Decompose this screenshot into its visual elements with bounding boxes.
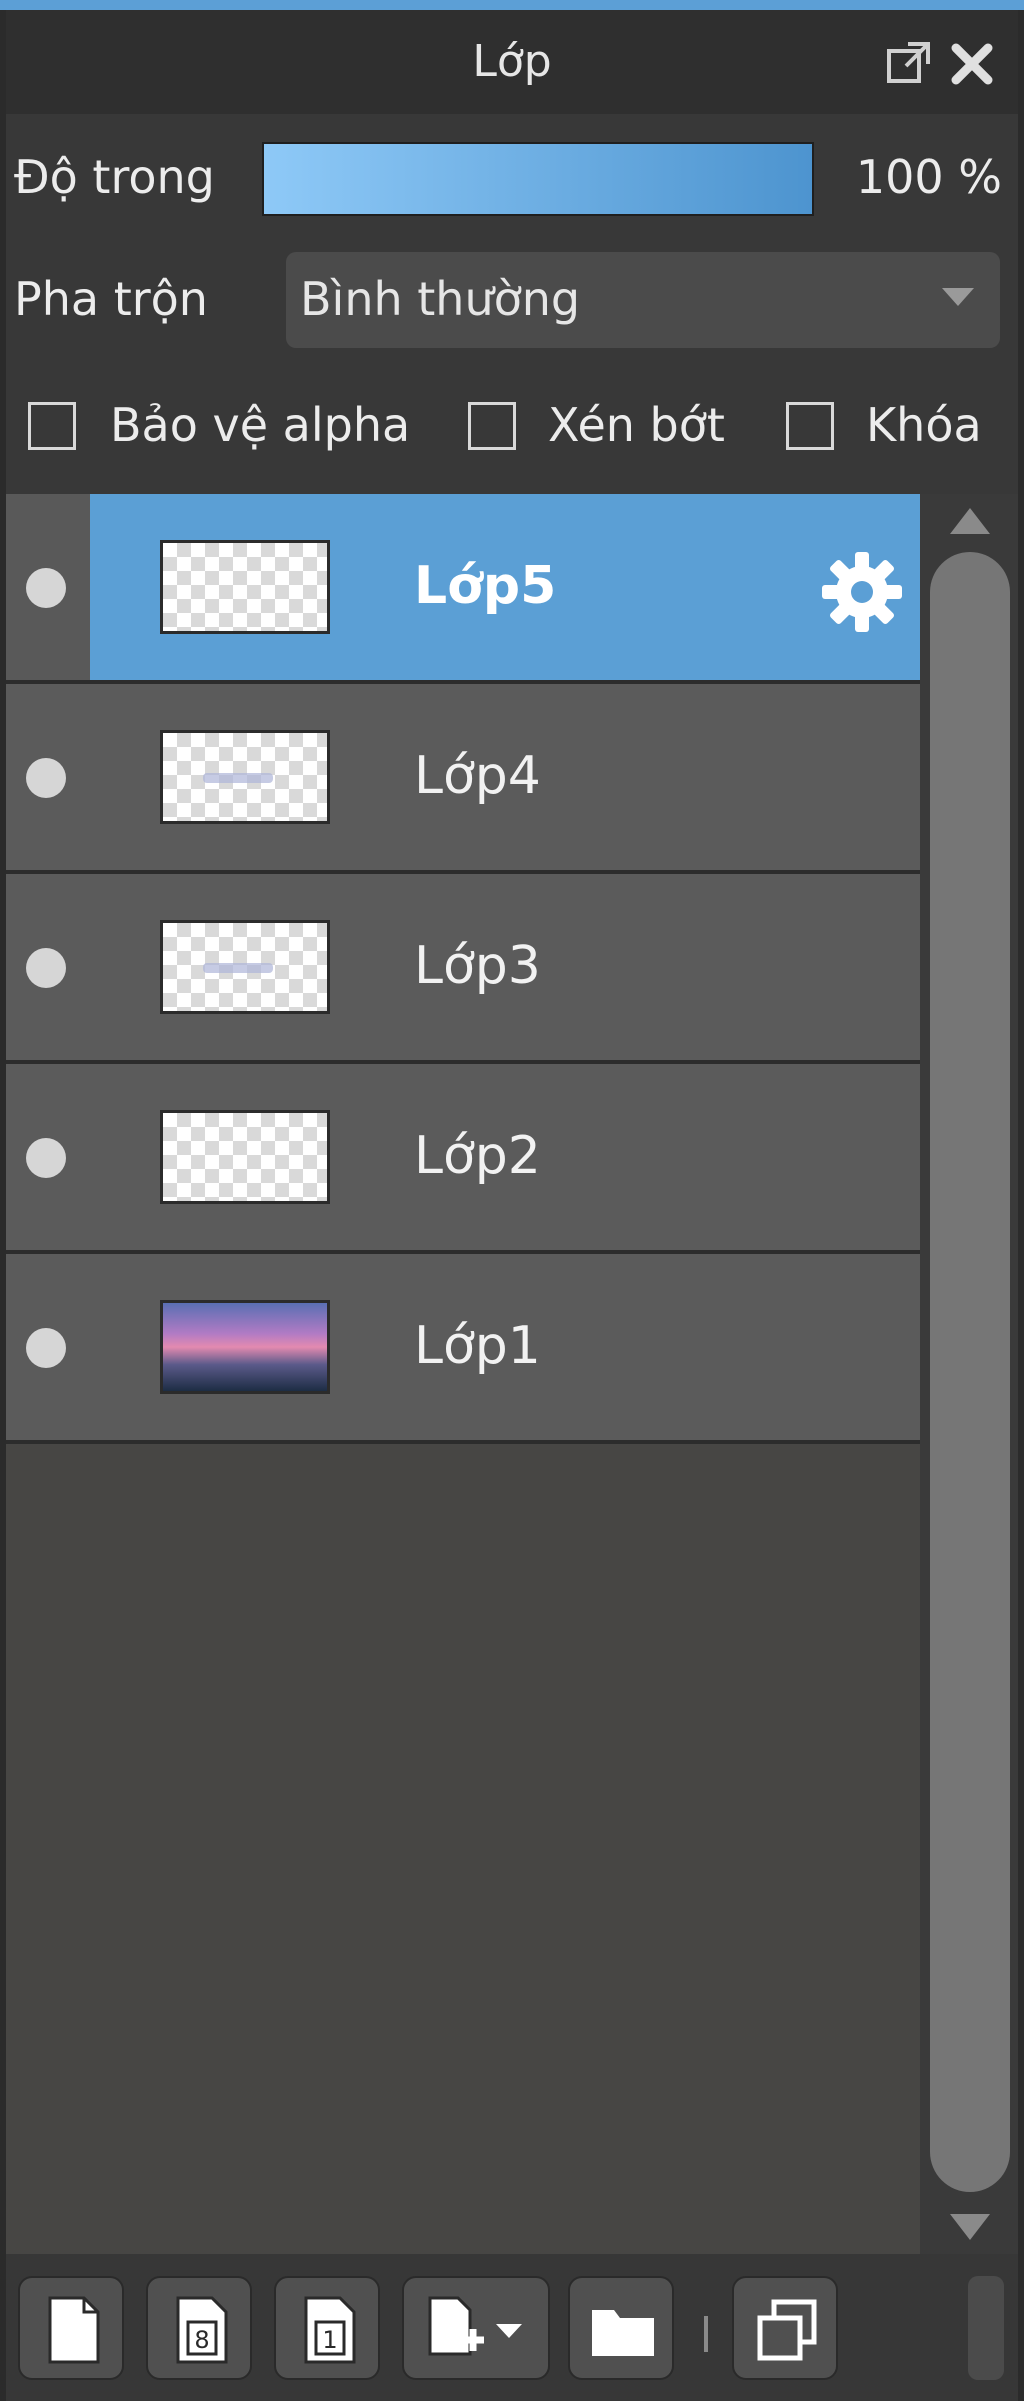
layer-name: Lớp1 (414, 1316, 541, 1376)
new-layer-icon (48, 2296, 100, 2364)
folder-icon (592, 2310, 654, 2356)
new-layer-button[interactable] (18, 2276, 124, 2380)
thumbnail-content (203, 963, 273, 973)
layer-row[interactable]: Lớp5 (6, 494, 920, 684)
visibility-toggle[interactable] (26, 758, 66, 798)
svg-text:1: 1 (322, 2326, 337, 2354)
clipping-checkbox[interactable] (468, 402, 516, 450)
scroll-down-arrow-icon[interactable] (950, 2214, 990, 2240)
new-1bit-layer-icon: 1 (304, 2296, 356, 2364)
layer-row[interactable]: Lớp4 (6, 684, 920, 874)
chevron-down-icon (942, 288, 974, 306)
visibility-toggle[interactable] (26, 568, 66, 608)
panel-title: Lớp (472, 36, 552, 87)
visibility-toggle[interactable] (26, 1328, 66, 1368)
protect-alpha-checkbox[interactable] (28, 402, 76, 450)
protect-alpha-label: Bảo vệ alpha (110, 398, 411, 452)
visibility-toggle[interactable] (26, 948, 66, 988)
new-1bit-layer-button[interactable]: 1 (274, 2276, 380, 2380)
svg-text:8: 8 (194, 2326, 209, 2354)
add-layer-menu-icon (428, 2296, 522, 2356)
popout-icon[interactable] (886, 40, 932, 86)
duplicate-layer-icon (757, 2299, 817, 2361)
scroll-thumb[interactable] (930, 552, 1010, 2192)
layer-thumbnail (160, 920, 330, 1014)
window-top-accent (0, 0, 1024, 10)
opacity-value: 100 % (855, 150, 1002, 204)
layer-toolbar: 8 1 (6, 2254, 1018, 2401)
add-layer-menu-button[interactable] (402, 2276, 550, 2380)
layer-list: Lớp5 Lớp4 Lớp3 Lớp2 Lớp1 (6, 494, 920, 2254)
duplicate-layer-button[interactable] (732, 2276, 838, 2380)
layer-name: Lớp2 (414, 1126, 541, 1186)
layer-row[interactable]: Lớp2 (6, 1064, 920, 1254)
layer-row[interactable]: Lớp1 (6, 1254, 920, 1444)
clipping-label: Xén bớt (548, 398, 725, 452)
close-icon[interactable] (948, 40, 996, 88)
toolbar-resize-grip[interactable] (968, 2276, 1004, 2380)
opacity-slider[interactable] (262, 142, 814, 216)
layer-row[interactable]: Lớp3 (6, 874, 920, 1064)
new-8bit-layer-icon: 8 (176, 2296, 228, 2364)
layer-name: Lớp4 (414, 746, 541, 806)
layer-thumbnail (160, 730, 330, 824)
layer-name: Lớp5 (414, 556, 557, 616)
gear-icon[interactable] (818, 548, 906, 636)
new-8bit-layer-button[interactable]: 8 (146, 2276, 252, 2380)
visibility-toggle[interactable] (26, 1138, 66, 1178)
layer-name: Lớp3 (414, 936, 541, 996)
layer-list-scrollbar[interactable] (920, 494, 1018, 2254)
layer-thumbnail (160, 540, 330, 634)
toolbar-separator (704, 2316, 708, 2352)
opacity-fill (264, 144, 812, 214)
panel-titlebar: Lớp (6, 10, 1018, 114)
blend-mode-select[interactable]: Bình thường (286, 252, 1000, 348)
scroll-up-arrow-icon[interactable] (950, 508, 990, 534)
new-folder-button[interactable] (568, 2276, 674, 2380)
lock-checkbox[interactable] (786, 402, 834, 450)
thumbnail-content (203, 773, 273, 783)
blend-mode-value: Bình thường (300, 272, 581, 326)
layer-thumbnail (160, 1300, 330, 1394)
lock-label: Khóa (866, 398, 982, 452)
blend-mode-label: Pha trộn (14, 272, 208, 326)
layer-thumbnail (160, 1110, 330, 1204)
frame-right (1018, 10, 1024, 2401)
opacity-label: Độ trong (14, 150, 215, 204)
